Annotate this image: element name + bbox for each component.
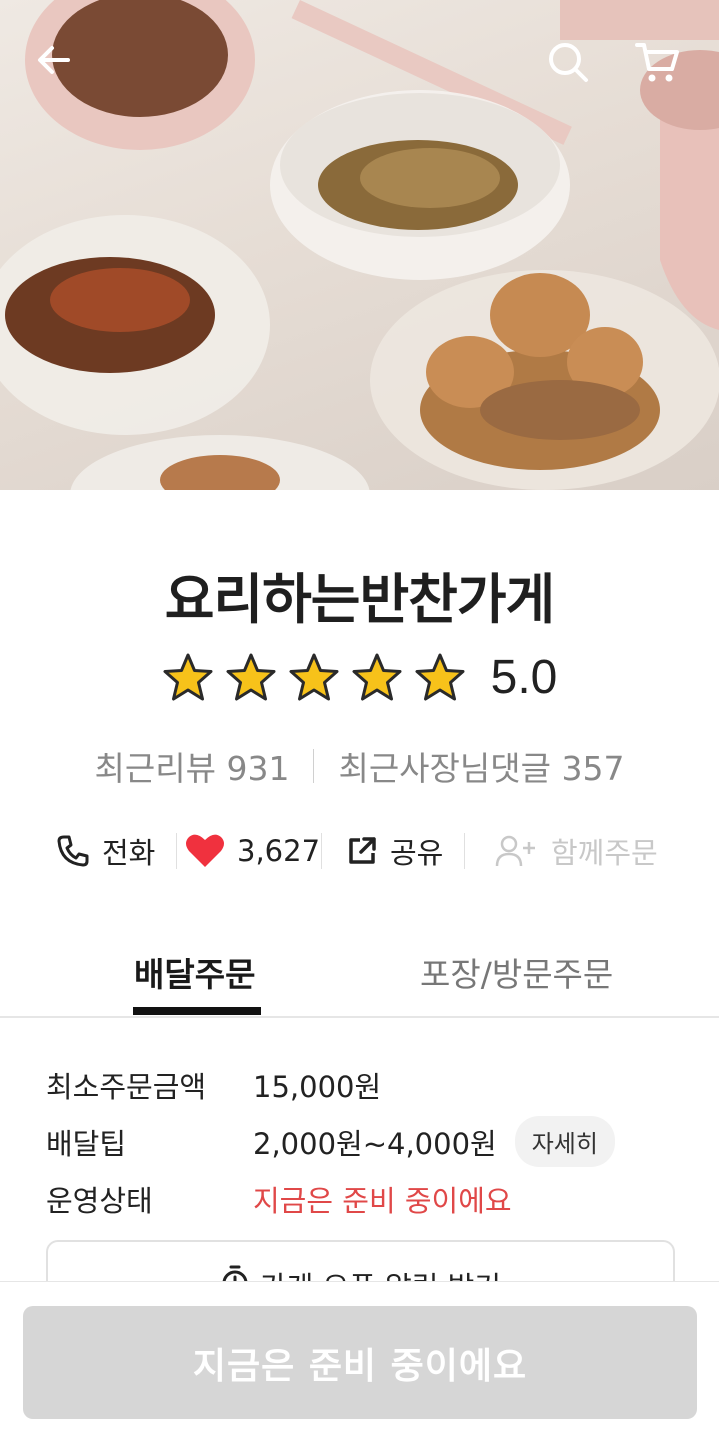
phone-icon [56, 834, 90, 868]
status-label: 운영상태 [46, 1184, 153, 1218]
store-actions: 전화 3,627 공유 함께주문 [40, 828, 680, 874]
star-rating [162, 652, 477, 704]
min-order-label: 최소주문금액 [46, 1070, 207, 1104]
cart-icon [635, 43, 679, 82]
like-count: 3,627 [237, 834, 321, 868]
divider [313, 749, 315, 783]
rating-row: 5.0 [0, 650, 719, 705]
review-counts: 최근리뷰 931 최근사장님댓글 357 [0, 742, 719, 790]
star-icon [226, 653, 276, 700]
group-order-button[interactable]: 함께주문 [465, 828, 658, 874]
tab-pickup[interactable]: 포장/방문주문 [420, 948, 613, 996]
search-icon [549, 43, 588, 82]
delivery-tip-label: 배달팁 [46, 1126, 127, 1161]
store-hero-image [0, 0, 719, 490]
store-name: 요리하는반찬가게 [164, 568, 555, 631]
call-label: 전화 [102, 836, 156, 870]
star-icon [415, 653, 465, 700]
share-label: 공유 [390, 836, 444, 870]
call-button[interactable]: 전화 [40, 828, 176, 874]
bottom-action-bar: 지금은 준비 중이에요 [0, 1281, 719, 1441]
search-button[interactable] [546, 40, 596, 90]
heart-icon [185, 833, 225, 869]
delivery-tip-value: 2,000원~4,000원 [253, 1126, 497, 1161]
owner-replies-link[interactable]: 최근사장님댓글 357 [338, 742, 624, 790]
star-icon [352, 653, 402, 700]
order-cta-button[interactable]: 지금은 준비 중이에요 [23, 1306, 697, 1419]
delivery-tip-row: 배달팁 2,000원~4,000원 자세히 [46, 1116, 615, 1167]
star-icon [289, 653, 339, 700]
share-icon [346, 835, 378, 867]
status-value: 지금은 준비 중이에요 [253, 1184, 512, 1218]
add-person-icon [495, 834, 539, 868]
group-order-label: 함께주문 [551, 836, 658, 870]
rating-value: 5.0 [490, 651, 558, 704]
active-tab-indicator [133, 1007, 261, 1015]
min-order-row: 최소주문금액 15,000원 [46, 1064, 381, 1106]
food-photo [0, 0, 719, 490]
back-arrow-icon [38, 46, 70, 74]
recent-reviews-link[interactable]: 최근리뷰 931 [95, 742, 290, 790]
status-row: 운영상태 지금은 준비 중이에요 [46, 1178, 512, 1220]
share-button[interactable]: 공유 [322, 828, 464, 874]
cart-button[interactable] [634, 40, 684, 90]
star-icon [163, 653, 213, 700]
like-button[interactable]: 3,627 [177, 828, 321, 874]
min-order-value: 15,000원 [253, 1070, 382, 1104]
tip-detail-button[interactable]: 자세히 [514, 1116, 615, 1167]
tab-delivery[interactable]: 배달주문 [134, 948, 255, 996]
back-button[interactable] [34, 40, 84, 90]
order-type-tabs: 배달주문 포장/방문주문 [0, 940, 719, 1018]
